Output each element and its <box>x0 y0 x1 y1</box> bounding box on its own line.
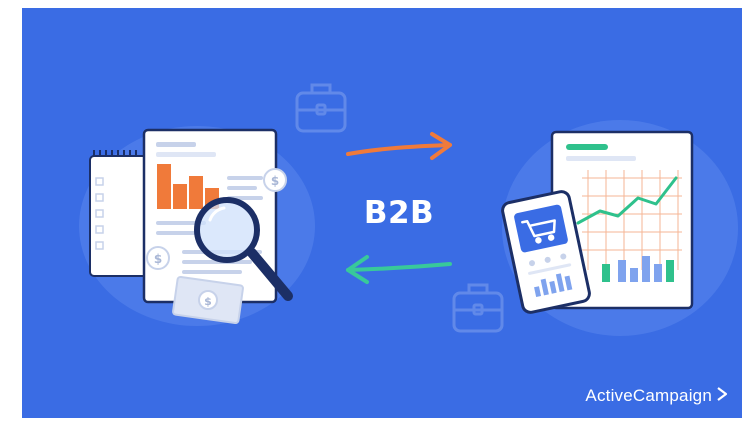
banner-panel: $ $ $ B2B ActiveCampaign <box>22 8 742 418</box>
arrow-left-icon <box>346 255 452 284</box>
coin-icon: $ <box>146 246 170 270</box>
brand-name: ActiveCampaign <box>585 386 712 405</box>
notepad-icon <box>89 150 153 277</box>
center-label: B2B <box>363 195 435 231</box>
svg-text:$: $ <box>204 295 212 308</box>
svg-text:$: $ <box>271 174 279 188</box>
canvas: $ $ $ B2B ActiveCampaign <box>0 0 753 430</box>
dollar-bill-icon: $ <box>172 275 244 325</box>
briefcase-icon <box>295 83 347 133</box>
briefcase-icon <box>452 283 504 333</box>
arrow-right-icon <box>346 132 452 160</box>
brand-logo: ActiveCampaign <box>585 386 728 406</box>
svg-text:$: $ <box>154 252 162 266</box>
chevron-right-icon <box>716 386 728 406</box>
coin-icon: $ <box>263 168 287 192</box>
